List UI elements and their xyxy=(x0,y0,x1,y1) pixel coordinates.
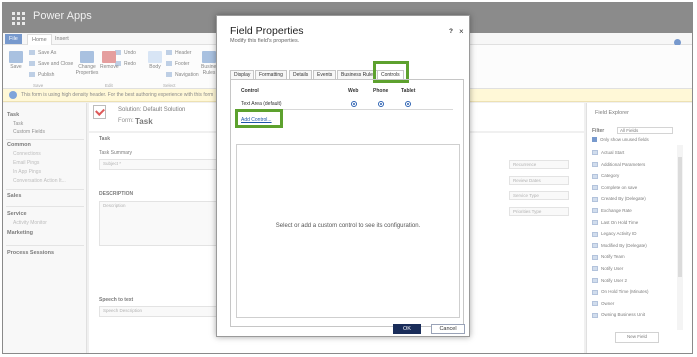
add-control-highlight xyxy=(235,109,283,128)
help-icon[interactable]: ? xyxy=(449,28,453,35)
control-row-text-area: Text Area (default) xyxy=(241,101,282,107)
web-radio[interactable] xyxy=(351,101,357,107)
control-configuration-area: Select or add a custom control to see it… xyxy=(236,144,460,318)
phone-radio[interactable] xyxy=(378,101,384,107)
screenshot-frame: Power Apps File Home Insert Save Save As… xyxy=(2,2,693,354)
close-icon[interactable]: × xyxy=(459,27,464,36)
ok-button[interactable]: OK xyxy=(393,324,421,334)
column-phone: Phone xyxy=(373,88,389,94)
dialog-subtitle: Modify this field's properties. xyxy=(230,38,300,44)
column-web: Web xyxy=(348,88,359,94)
field-properties-dialog: Field Properties Modify this field's pro… xyxy=(216,15,470,337)
cancel-button[interactable]: Cancel xyxy=(431,324,465,334)
column-tablet: Tablet xyxy=(401,88,416,94)
configuration-placeholder: Select or add a custom control to see it… xyxy=(275,223,421,229)
column-control: Control xyxy=(241,88,259,94)
dialog-title: Field Properties xyxy=(230,25,304,37)
tablet-radio[interactable] xyxy=(405,101,411,107)
